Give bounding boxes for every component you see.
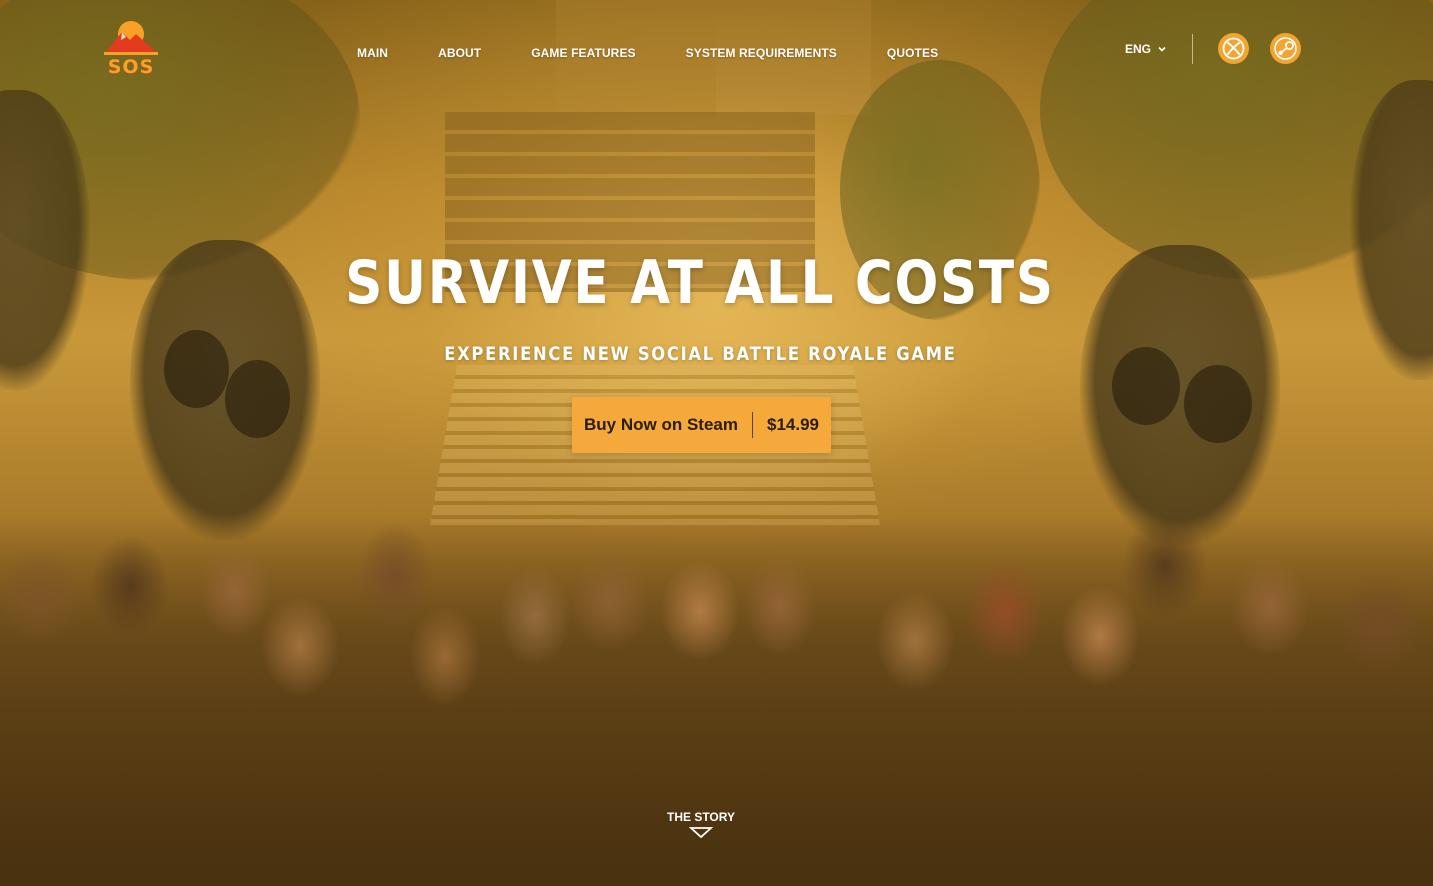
buy-button-label: Buy Now on Steam (584, 415, 738, 434)
xbox-icon (1222, 37, 1245, 60)
buy-button-price: $14.99 (766, 415, 819, 434)
hero-title: SURVIVE AT ALL COSTS (345, 248, 1055, 318)
nav-item-game-features[interactable]: GAME FEATURES (531, 46, 635, 60)
buy-button-divider (751, 412, 753, 438)
mountain-sun-icon (104, 21, 158, 55)
nav-item-about[interactable]: ABOUT (438, 46, 481, 60)
language-selector[interactable]: ENG (1125, 42, 1167, 56)
xbox-link[interactable] (1218, 33, 1249, 64)
nav-item-quotes[interactable]: QUOTES (887, 46, 938, 60)
main-navigation: MAIN ABOUT GAME FEATURES SYSTEM REQUIREM… (357, 45, 988, 61)
sos-logo[interactable]: SOS (100, 18, 162, 78)
hero-subtitle: EXPERIENCE NEW SOCIAL BATTLE ROYALE GAME (444, 343, 957, 365)
buy-now-steam-button[interactable]: Buy Now on Steam $14.99 (572, 397, 831, 453)
chevron-down-icon (1158, 46, 1166, 52)
logo-text: SOS (107, 56, 155, 78)
language-label: ENG (1125, 42, 1152, 56)
nav-item-system-requirements[interactable]: SYSTEM REQUIREMENTS (686, 46, 837, 60)
steam-icon (1274, 37, 1297, 60)
the-story-link[interactable]: THE STORY (0, 810, 1402, 824)
down-triangle-icon[interactable] (689, 827, 713, 839)
steam-link[interactable] (1270, 33, 1301, 64)
nav-item-main[interactable]: MAIN (357, 46, 388, 60)
header-divider (1192, 34, 1193, 64)
